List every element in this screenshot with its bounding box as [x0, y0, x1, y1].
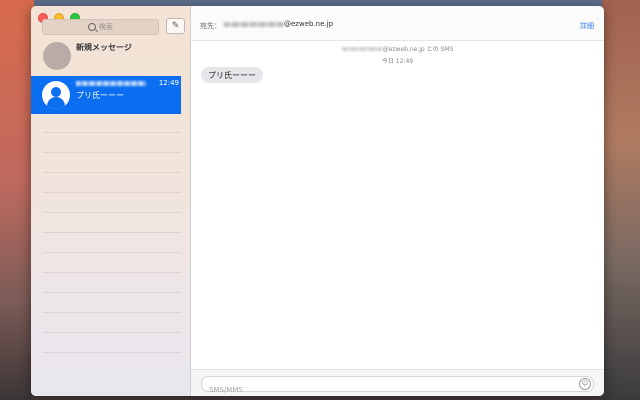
- emoji-icon[interactable]: ☺: [579, 378, 591, 390]
- person-icon: [45, 84, 67, 109]
- compose-button[interactable]: ✎: [166, 18, 185, 34]
- recipient-domain: @ezweb.ne.jp: [284, 20, 334, 28]
- search-icon: [88, 23, 96, 31]
- search-field[interactable]: 検索: [42, 19, 159, 35]
- sidebar-divider: [43, 232, 181, 233]
- desktop-wallpaper-right: [602, 0, 640, 400]
- conversation-preview: プリ氏ーーー: [76, 91, 124, 100]
- avatar: [42, 81, 70, 109]
- conversation-new-message[interactable]: 新規メッセージ: [31, 38, 181, 76]
- sidebar-divider: [43, 252, 181, 253]
- conversation-title: 新規メッセージ: [76, 43, 132, 52]
- thread-recipient-redacted: [341, 46, 382, 51]
- sidebar-divider: [43, 152, 181, 153]
- sidebar-divider: [43, 272, 181, 273]
- recipient-redacted: [224, 22, 284, 27]
- compose-icon: ✎: [171, 21, 180, 31]
- message-input[interactable]: ☺: [201, 376, 594, 396]
- avatar: [43, 42, 71, 70]
- conversation-active[interactable]: 12:49 プリ氏ーーー: [31, 76, 181, 114]
- message-text: プリ氏ーーー: [208, 70, 256, 80]
- thread-info-text: @ezweb.ne.jp との SMS: [382, 46, 454, 53]
- sidebar-divider: [43, 212, 181, 213]
- message-input-bar: ☺: [191, 369, 604, 396]
- details-link[interactable]: 詳細: [580, 21, 594, 31]
- search-placeholder: 検索: [99, 23, 113, 31]
- conversation-sidebar: 検索 ✎ 新規メッセージ 12:49 プリ氏ーーー: [31, 6, 191, 396]
- sidebar-divider: [43, 172, 181, 173]
- message-input-field[interactable]: [207, 383, 571, 396]
- conversation-name-redacted: [76, 81, 146, 86]
- message-bubble[interactable]: プリ氏ーーー: [201, 67, 263, 83]
- to-label: 宛先：: [200, 22, 221, 30]
- sidebar-divider: [43, 132, 181, 133]
- conversation-time: 12:49: [158, 79, 179, 87]
- sidebar-divider: [43, 192, 181, 193]
- sidebar-divider: [43, 312, 181, 313]
- sidebar-divider: [43, 352, 181, 353]
- thread-info: @ezweb.ne.jp との SMS 今日 12:49: [191, 44, 604, 65]
- desktop-wallpaper-left: [0, 0, 34, 400]
- sidebar-divider: [43, 332, 181, 333]
- messages-window: 検索 ✎ 新規メッセージ 12:49 プリ氏ーーー 宛先： @ezweb.ne.…: [31, 6, 604, 396]
- sidebar-divider: [43, 292, 181, 293]
- thread-timestamp: 今日 12:49: [381, 58, 414, 65]
- message-header: 宛先： @ezweb.ne.jp 詳細: [191, 6, 604, 41]
